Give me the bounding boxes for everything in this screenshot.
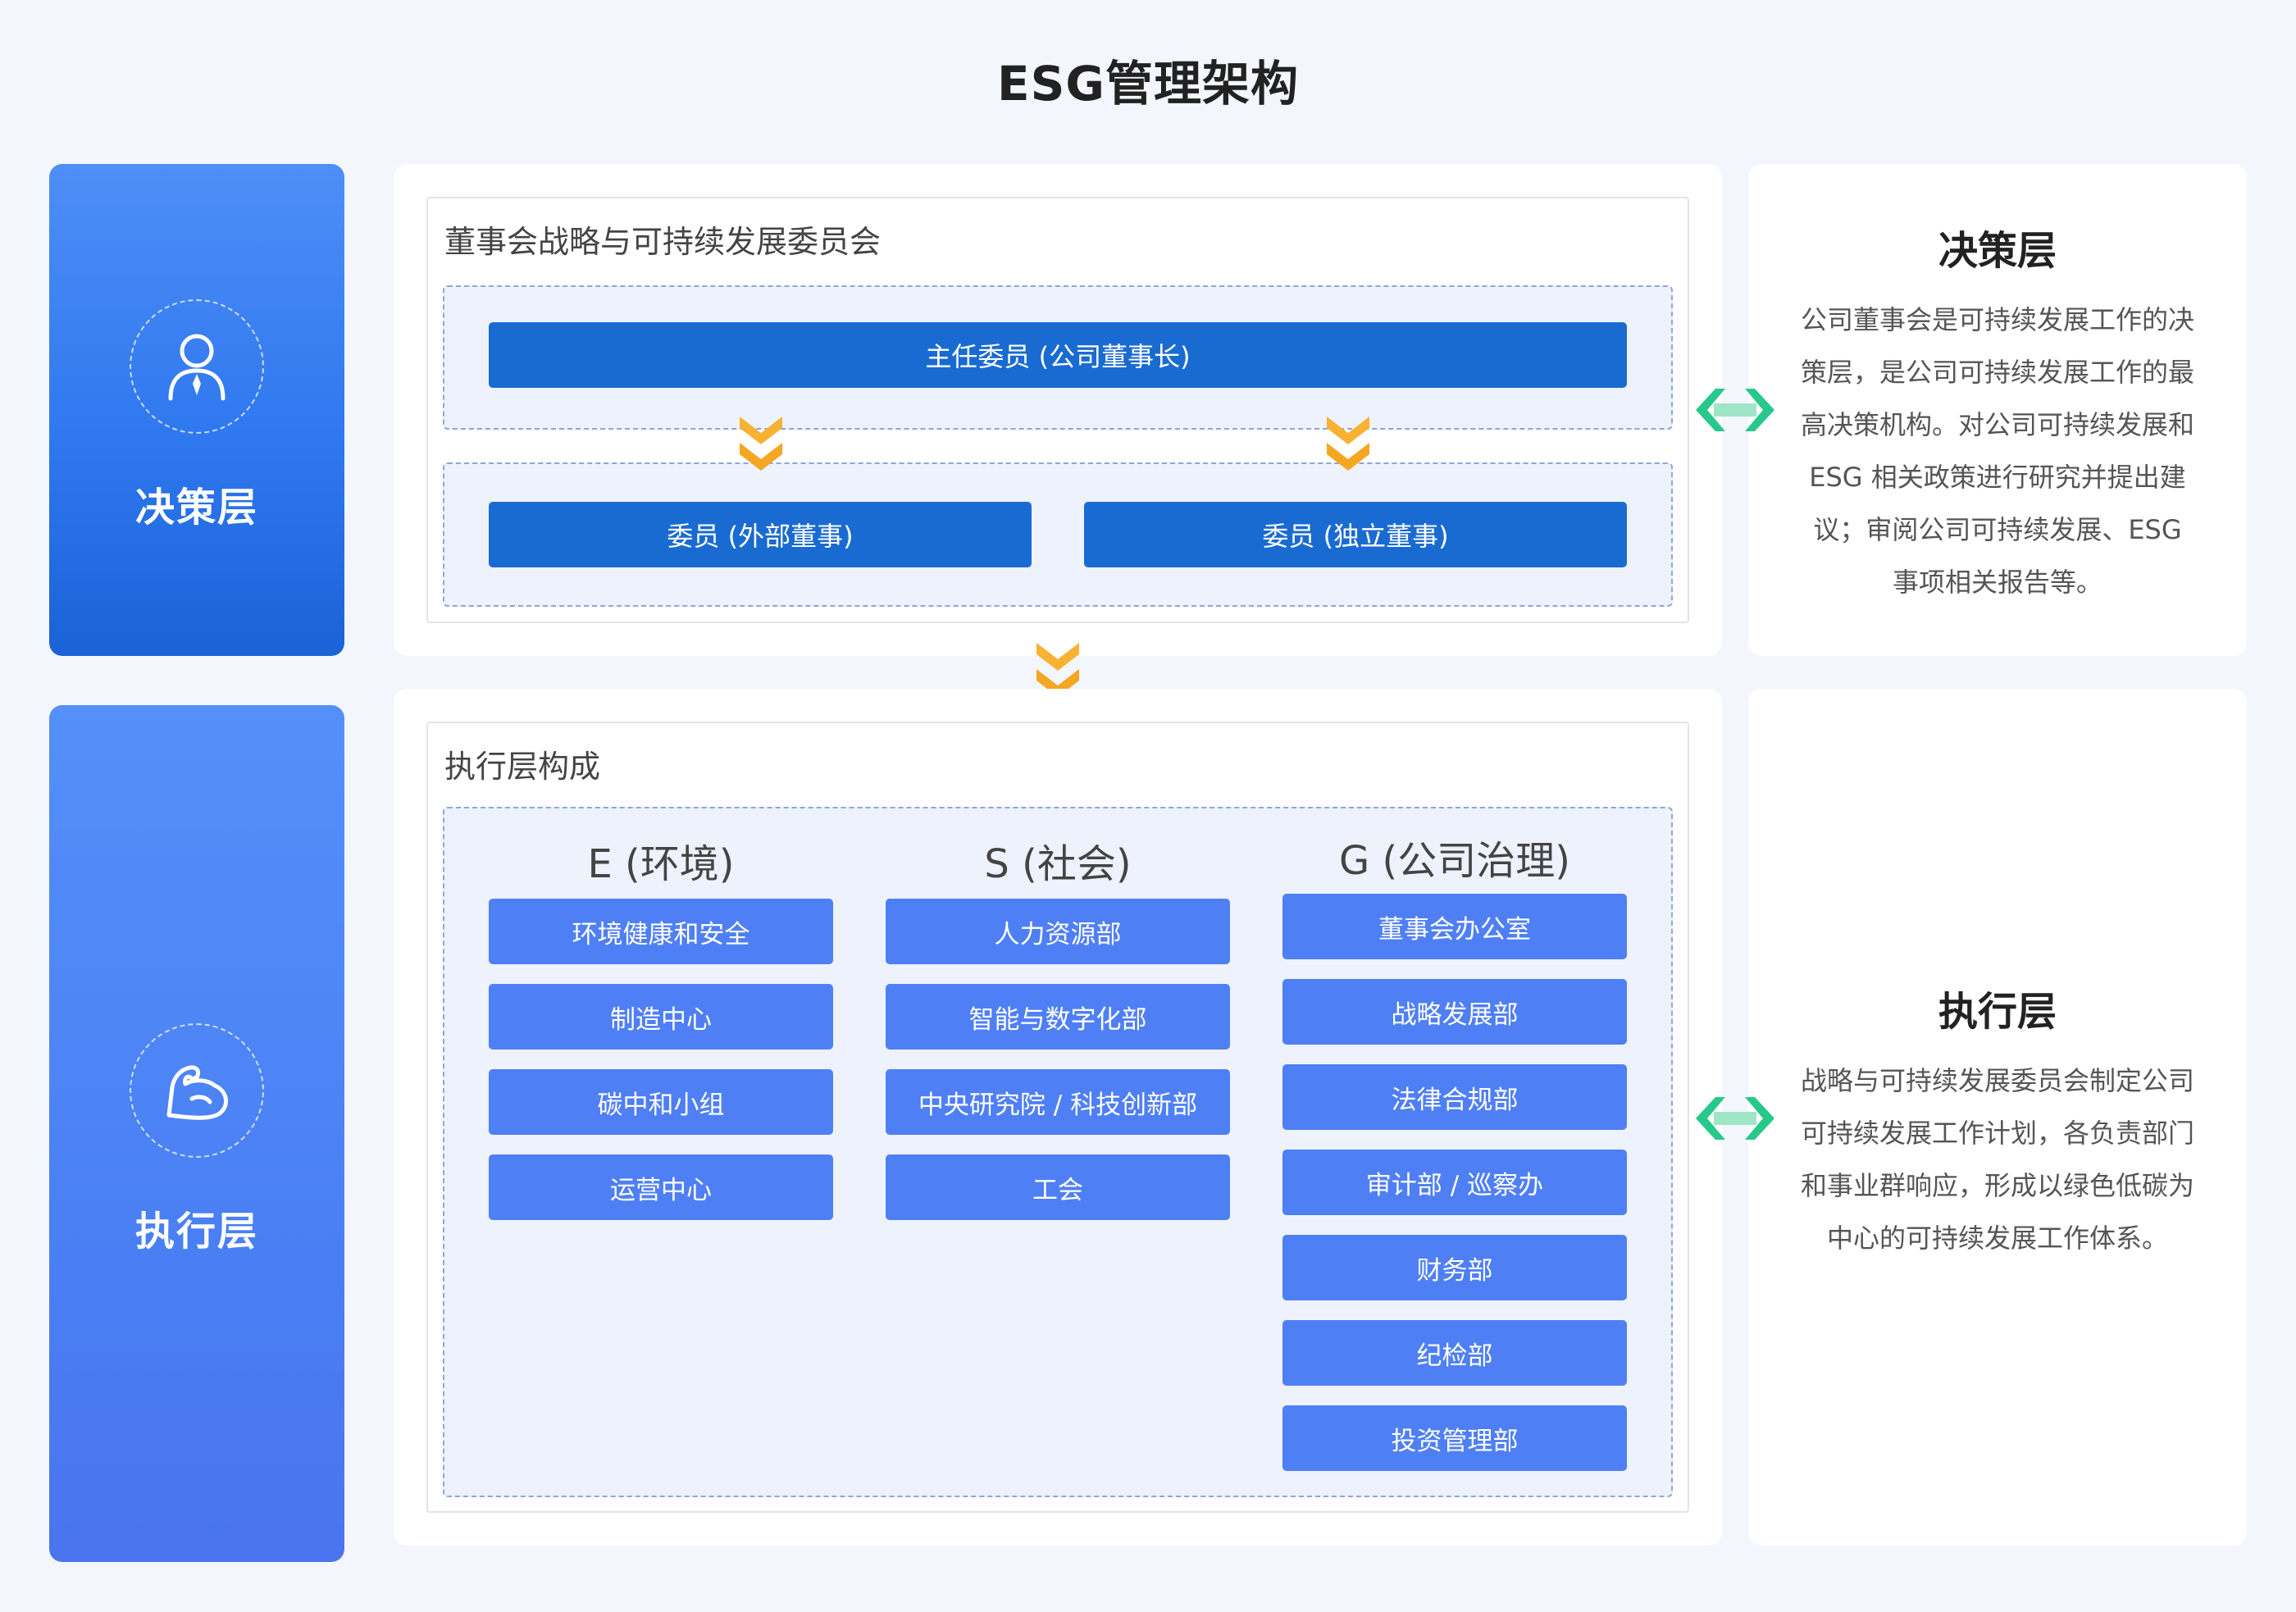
flexed-arm-icon [130, 1023, 264, 1158]
dept-box: 纪检部 [1282, 1320, 1627, 1386]
decision-desc-text: 公司董事会是可持续发展工作的决 策层，是公司可持续发展工作的最 高决策机构。对公… [1800, 304, 2194, 598]
execution-band: 执行层 [49, 705, 344, 1562]
independent-director-box: 委员 (独立董事) [1084, 502, 1627, 567]
dept-box: 环境健康和安全 [489, 899, 833, 964]
dept-box: 运营中心 [489, 1154, 833, 1220]
dept-box: 董事会办公室 [1282, 894, 1627, 959]
dept-box: 智能与数字化部 [886, 984, 1230, 1050]
dept-box: 中央研究院 / 科技创新部 [886, 1069, 1230, 1135]
execution-desc-title: 执行层 [1938, 989, 2057, 1035]
dept-box: 碳中和小组 [489, 1069, 833, 1135]
person-tie-icon [130, 299, 264, 434]
page-title: ESG管理架构 [997, 56, 1299, 112]
dept-box: 工会 [886, 1154, 1230, 1220]
column-head-environment: E (环境) [587, 841, 735, 887]
execution-band-label: 执行层 [134, 1209, 258, 1255]
dept-box: 财务部 [1282, 1235, 1627, 1300]
dept-box: 制造中心 [489, 984, 833, 1050]
dept-box: 战略发展部 [1282, 979, 1627, 1045]
dept-box: 投资管理部 [1282, 1405, 1627, 1471]
dept-box: 法律合规部 [1282, 1064, 1627, 1130]
decision-band: 决策层 [49, 164, 344, 656]
dept-box: 人力资源部 [886, 899, 1230, 964]
decision-band-label: 决策层 [134, 485, 258, 531]
column-head-social: S (社会) [984, 841, 1132, 887]
column-head-governance: G (公司治理) [1339, 838, 1570, 884]
committee-title: 董事会战略与可持续发展委员会 [444, 224, 882, 260]
execution-box-title: 执行层构成 [444, 749, 601, 785]
chair-member-box: 主任委员 (公司董事长) [489, 322, 1627, 388]
execution-desc-text: 战略与可持续发展委员会制定公司 可持续发展工作计划，各负责部门 和事业群响应，形… [1800, 1065, 2194, 1254]
external-director-box: 委员 (外部董事) [489, 502, 1032, 567]
chevron-double-down-icon [1327, 417, 1369, 471]
decision-desc-title: 决策层 [1938, 228, 2057, 274]
double-arrow-icon [1696, 1097, 1774, 1140]
chevron-double-down-icon [740, 417, 782, 471]
double-arrow-icon [1696, 389, 1774, 431]
dept-box: 审计部 / 巡察办 [1282, 1150, 1627, 1215]
